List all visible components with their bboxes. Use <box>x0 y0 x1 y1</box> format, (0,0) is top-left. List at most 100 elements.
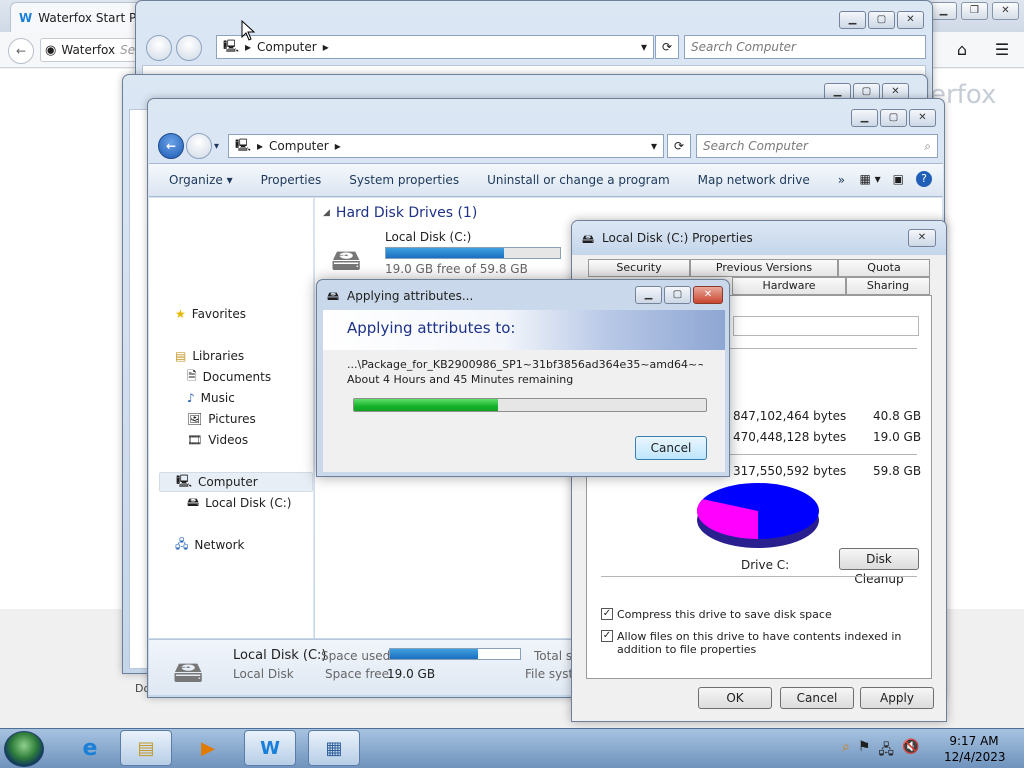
close-button[interactable]: ✕ <box>897 11 924 29</box>
cancel-button[interactable]: Cancel <box>635 436 707 460</box>
attributes-icon: 🖴 <box>327 289 340 303</box>
used-gb: 40.8 GB <box>873 409 922 423</box>
space-used-bar <box>389 648 521 660</box>
preview-pane-icon[interactable]: ▣ <box>893 172 904 186</box>
minimize-button[interactable]: ▁ <box>635 286 662 304</box>
uninstall-program-button[interactable]: Uninstall or change a program <box>487 173 670 187</box>
change-view-icon[interactable]: ▦ ▾ <box>859 172 880 186</box>
network-icon: 🖧 <box>175 536 189 551</box>
computer-icon: 🖳 <box>235 137 252 152</box>
disk-usage-pie-chart <box>697 483 819 548</box>
more-commands-button[interactable]: » <box>838 173 845 187</box>
maximize-button[interactable]: ▢ <box>880 109 907 127</box>
search-placeholder: Search Computer <box>703 139 808 153</box>
start-button[interactable] <box>4 731 44 767</box>
close-button[interactable]: ✕ <box>909 109 936 127</box>
index-checkbox[interactable]: ✓ <box>601 630 613 642</box>
refresh-button[interactable]: ⟳ <box>655 35 679 59</box>
search-input[interactable]: Search Computer ⌕ <box>696 134 938 158</box>
window-controls: ▁ ▢ ✕ <box>635 286 723 304</box>
refresh-button[interactable]: ⟳ <box>667 134 691 158</box>
waterfox-icon: W <box>19 10 33 25</box>
system-tray: ⌕ ⚑ 🖧 🔇 <box>842 739 919 763</box>
browser-back-button[interactable]: ← <box>8 38 34 64</box>
forward-button[interactable] <box>175 35 202 61</box>
star-icon: ★ <box>175 307 186 321</box>
group-header[interactable]: ◢ Hard Disk Drives (1) <box>323 205 477 221</box>
browser-minimize-button[interactable]: ▁ <box>930 2 957 20</box>
waterfox-taskbar-icon[interactable]: W <box>244 730 296 766</box>
close-button[interactable]: ✕ <box>693 286 723 304</box>
compress-checkbox[interactable]: ✓ <box>601 608 613 620</box>
address-text: Computer <box>257 40 317 54</box>
tab-previous-versions[interactable]: Previous Versions <box>690 259 838 277</box>
back-button[interactable] <box>146 35 172 61</box>
details-name: Local Disk (C:) <box>233 648 327 663</box>
tab-hardware[interactable]: Hardware <box>732 277 846 295</box>
index-label: Allow files on this drive to have conten… <box>617 630 902 656</box>
apply-button[interactable]: Apply <box>860 687 934 709</box>
drive-icon-large: 🖴 <box>173 655 204 690</box>
minimize-button[interactable]: ▁ <box>851 109 878 127</box>
map-network-drive-button[interactable]: Map network drive <box>698 173 810 187</box>
command-bar: Organize ▾ Properties System properties … <box>149 163 943 197</box>
libraries-icon: ▤ <box>175 349 187 363</box>
nav-label: Libraries <box>192 349 245 363</box>
volume-label-field[interactable] <box>733 316 919 336</box>
drive-free-text: 19.0 GB free of 59.8 GB <box>385 262 528 276</box>
windows-explorer-icon[interactable]: ▤ <box>120 730 172 766</box>
media-player-icon[interactable]: ▶ <box>182 730 234 766</box>
browser-restore-button[interactable]: ❐ <box>961 2 988 20</box>
taskbar-clock[interactable]: 9:17 AM 12/4/2023 <box>944 733 1006 765</box>
search-input[interactable]: Search Computer <box>684 35 926 59</box>
close-button[interactable]: ✕ <box>908 229 936 247</box>
navigation-pane: ★ Favorites ▤ Libraries 🗎 Documents ♪ Mu… <box>149 198 314 638</box>
browser-url-bar[interactable]: ◉ Waterfox Sea <box>40 38 142 62</box>
cancel-button[interactable]: Cancel <box>780 687 854 709</box>
browser-close-button[interactable]: ✕ <box>992 2 1019 20</box>
dropdown-icon[interactable]: ▾ <box>651 139 657 153</box>
system-properties-button[interactable]: System properties <box>349 173 459 187</box>
minimize-button[interactable]: ▁ <box>839 11 866 29</box>
browser-tab[interactable]: W Waterfox Start Pa <box>10 2 150 32</box>
dialog-heading: Applying attributes to: <box>347 319 516 337</box>
help-icon[interactable]: ? <box>916 171 932 187</box>
browser-tab-title: Waterfox Start Pa <box>38 10 144 25</box>
chevron-right-icon: ▸ <box>334 139 341 153</box>
used-bytes: 847,102,464 bytes <box>733 409 847 423</box>
current-file-path: ...\Package_for_KB2900986_SP1~31bf3856ad… <box>347 358 703 371</box>
tab-sharing[interactable]: Sharing <box>846 277 930 295</box>
search-icon[interactable]: ⌕ <box>924 139 931 154</box>
nav-buttons <box>146 35 212 61</box>
dropdown-icon[interactable]: ▾ <box>641 40 647 54</box>
maximize-button[interactable]: ▢ <box>664 286 691 304</box>
internet-explorer-icon[interactable]: e <box>64 730 116 766</box>
tab-quota[interactable]: Quota <box>838 259 930 277</box>
home-icon[interactable]: ⌂ <box>950 38 974 62</box>
nav-buttons: ← ▾ <box>158 133 219 159</box>
hamburger-menu-icon[interactable]: ☰ <box>990 38 1014 62</box>
maximize-button[interactable]: ▢ <box>868 11 895 29</box>
chevron-right-icon: ▸ <box>257 139 264 153</box>
browser-window-controls: ▁ ❐ ✕ <box>930 2 1020 22</box>
network-tray-icon[interactable]: 🖧 <box>878 739 894 763</box>
search-tray-icon[interactable]: ⌕ <box>842 739 850 763</box>
tab-security[interactable]: Security <box>588 259 690 277</box>
space-free-label: Space free: <box>325 667 394 681</box>
recent-pages-dropdown-icon[interactable]: ▾ <box>214 141 219 152</box>
properties-button[interactable]: Properties <box>261 173 322 187</box>
address-bar[interactable]: 🖳 ▸ Computer ▸ ▾ <box>228 134 664 158</box>
ok-button[interactable]: OK <box>698 687 772 709</box>
drive-tile[interactable]: 🖴 Local Disk (C:) 19.0 GB free of 59.8 G… <box>331 230 561 278</box>
disk-cleanup-button[interactable]: Disk Cleanup <box>839 548 919 586</box>
action-center-flag-icon[interactable]: ⚑ <box>858 739 871 763</box>
volume-muted-icon[interactable]: 🔇 <box>902 739 919 763</box>
organize-button[interactable]: Organize ▾ <box>169 173 233 187</box>
nav-computer[interactable]: 🖳 Computer <box>159 472 313 492</box>
address-bar[interactable]: 🖳 ▸ Computer ▸ ▾ <box>216 35 654 59</box>
back-arrow-icon[interactable]: ← <box>158 133 184 159</box>
forward-button[interactable] <box>186 133 212 159</box>
control-panel-icon[interactable]: ▦ <box>308 730 360 766</box>
index-option: ✓ Allow files on this drive to have cont… <box>601 630 917 656</box>
progress-fill <box>354 399 499 411</box>
